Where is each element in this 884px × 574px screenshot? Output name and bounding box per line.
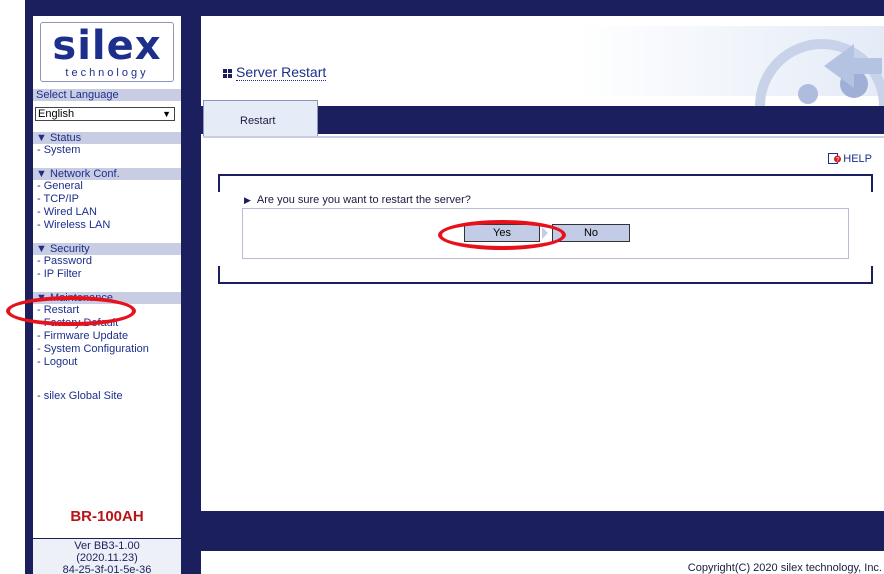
firmware-date: (2020.11.23) <box>76 552 138 564</box>
help-label: HELP <box>843 153 872 165</box>
sidebar: silex technology Select Language English… <box>33 16 181 574</box>
language-select[interactable]: English ▼ <box>35 107 175 121</box>
frame-corner <box>855 266 873 284</box>
help-link[interactable]: ? HELP <box>828 153 872 165</box>
version-info: Ver BB3-1.00 (2020.11.23) 84-25-3f-01-5e… <box>33 538 181 574</box>
main-frame: Server Restart Restart ? HELP ▶ Are you … <box>193 0 884 574</box>
frame-corner <box>218 174 236 192</box>
select-language-label: Select Language <box>33 89 181 101</box>
sidebar-item-password[interactable]: - Password <box>37 255 92 267</box>
frame-corner <box>218 266 236 284</box>
logo-wordmark: silex <box>52 23 162 69</box>
grid-bullet-icon <box>223 69 232 78</box>
sidebar-item-ip-filter[interactable]: - IP Filter <box>37 268 81 280</box>
main-content: Server Restart Restart ? HELP ▶ Are you … <box>201 16 884 574</box>
confirm-question: ▶ Are you sure you want to restart the se… <box>244 194 471 206</box>
sidebar-frame: silex technology Select Language English… <box>25 0 193 574</box>
title-banner: Server Restart <box>201 26 884 106</box>
annotation-ellipse-yes <box>438 220 566 250</box>
frame-top-line <box>236 174 855 176</box>
sidebar-item-firmware-update[interactable]: - Firmware Update <box>37 330 128 342</box>
mac-address: 84-25-3f-01-5e-36 <box>62 564 152 574</box>
chevron-down-icon: ▼ <box>162 109 171 119</box>
sidebar-section-status[interactable]: ▼ Status <box>33 132 181 144</box>
sidebar-item-logout[interactable]: - Logout <box>37 356 77 368</box>
sidebar-item-system-configuration[interactable]: - System Configuration <box>37 343 149 355</box>
page-title: Server Restart <box>236 64 327 81</box>
frame-bottom-line <box>236 282 855 284</box>
copyright-text: Copyright(C) 2020 silex technology, Inc. <box>687 562 882 574</box>
frame-corner <box>855 174 873 192</box>
device-model: BR-100AH <box>70 508 144 525</box>
firmware-version: Ver BB3-1.00 <box>74 540 140 552</box>
decorative-arrows-icon <box>755 39 884 106</box>
sidebar-section-security[interactable]: ▼ Security <box>33 243 181 255</box>
footer-bar <box>201 511 884 551</box>
language-selected-value: English <box>38 108 75 120</box>
sidebar-link-global-site[interactable]: - silex Global Site <box>37 390 123 402</box>
annotation-ellipse-restart <box>6 296 136 326</box>
sidebar-section-network[interactable]: ▼ Network Conf. <box>33 168 181 180</box>
triangle-bullet-icon: ▶ <box>244 195 251 205</box>
help-icon: ? <box>828 153 842 164</box>
tab-restart[interactable]: Restart <box>203 100 318 138</box>
silex-logo[interactable]: silex technology <box>40 22 174 82</box>
sidebar-item-tcpip[interactable]: - TCP/IP <box>37 193 79 205</box>
sidebar-item-system[interactable]: - System <box>37 144 80 156</box>
sidebar-item-wired-lan[interactable]: - Wired LAN <box>37 206 97 218</box>
sidebar-item-wireless-lan[interactable]: - Wireless LAN <box>37 219 110 231</box>
confirm-question-text: Are you sure you want to restart the ser… <box>256 194 471 206</box>
sidebar-item-general[interactable]: - General <box>37 180 83 192</box>
tab-divider <box>203 136 884 138</box>
